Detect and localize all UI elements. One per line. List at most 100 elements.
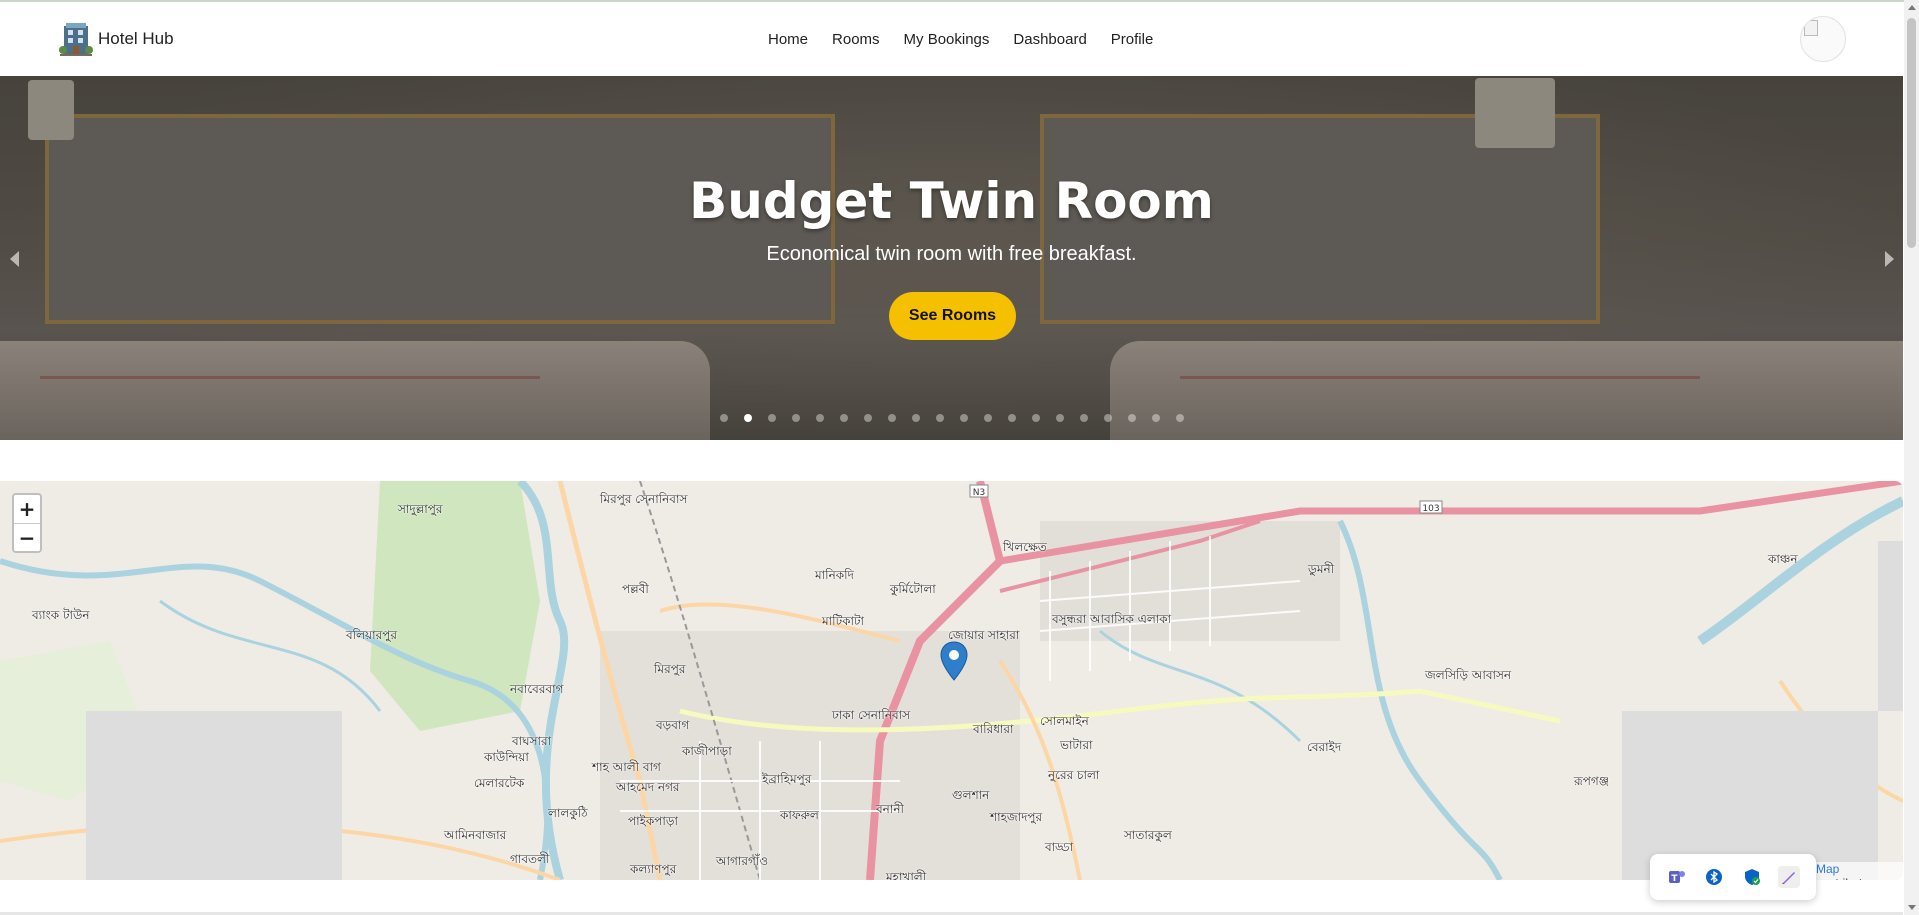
attribution-text: contributors bbox=[1816, 876, 1879, 880]
map-label: ইব্রাহিমপুর bbox=[762, 772, 812, 786]
map-label: কাফরুল bbox=[780, 808, 819, 822]
map-label: কাজীপাড়া bbox=[682, 744, 732, 758]
carousel-dot[interactable] bbox=[1032, 414, 1040, 422]
map-label: বড়বাগ bbox=[656, 718, 690, 732]
map-label: মেলারটেক bbox=[474, 776, 525, 790]
map-label: নুরের চালা bbox=[1048, 768, 1100, 782]
carousel-dot[interactable] bbox=[888, 414, 896, 422]
map-label: মিরপুর সেনানিবাস bbox=[600, 492, 688, 506]
zoom-in-button[interactable]: + bbox=[14, 495, 40, 523]
main-nav: Home Rooms My Bookings Dashboard Profile bbox=[768, 31, 1153, 48]
nav-rooms[interactable]: Rooms bbox=[832, 31, 880, 48]
map-label: আগারগাঁও bbox=[716, 854, 769, 868]
hero-carousel: Budget Twin Room Economical twin room wi… bbox=[0, 76, 1903, 440]
nav-home[interactable]: Home bbox=[768, 31, 808, 48]
map-label: শাহ আলী বাগ bbox=[592, 760, 661, 774]
map-label: কাঞ্চন bbox=[1768, 552, 1798, 566]
pen-icon[interactable] bbox=[1778, 866, 1801, 888]
map-label: পল্লবী bbox=[622, 582, 649, 596]
zoom-control: + − bbox=[12, 493, 42, 553]
map-label: বলিয়ারপুর bbox=[346, 628, 397, 642]
broken-image-icon bbox=[1804, 20, 1818, 36]
carousel-dot[interactable] bbox=[816, 414, 824, 422]
map-label: ঢাকা সেনানিবাস bbox=[832, 708, 911, 722]
carousel-dot[interactable] bbox=[1008, 414, 1016, 422]
carousel-dot[interactable] bbox=[1176, 414, 1184, 422]
hero-subtitle: Economical twin room with free breakfast… bbox=[766, 243, 1137, 265]
map-label: বসুন্ধরা আবাসিক এলাকা bbox=[1052, 612, 1172, 626]
map-label: মিরপুর bbox=[654, 662, 686, 676]
map-label: বেরাইদ bbox=[1307, 740, 1342, 754]
carousel-dot[interactable] bbox=[1128, 414, 1136, 422]
bluetooth-icon[interactable] bbox=[1703, 866, 1725, 888]
map-attribution: Map contributors bbox=[1812, 862, 1903, 880]
map-label: গাবতলী bbox=[510, 852, 550, 866]
carousel-dot[interactable] bbox=[936, 414, 944, 422]
hero-title: Budget Twin Room bbox=[689, 172, 1214, 230]
attribution-link[interactable]: Map bbox=[1816, 862, 1839, 876]
see-rooms-button[interactable]: See Rooms bbox=[889, 292, 1016, 340]
carousel-dot[interactable] bbox=[1152, 414, 1160, 422]
map-label: কুর্মিটোলা bbox=[890, 582, 936, 596]
carousel-dot[interactable] bbox=[720, 414, 728, 422]
zoom-out-button[interactable]: − bbox=[14, 523, 40, 551]
map-label: কল্যাণপুর bbox=[630, 862, 677, 876]
avatar[interactable] bbox=[1800, 16, 1846, 62]
road-shield-n3: N3 bbox=[973, 488, 985, 498]
map-label: আহমেদ নগর bbox=[616, 780, 680, 794]
map-label: ডুমনী bbox=[1308, 562, 1335, 576]
map-label: গুলশান bbox=[952, 788, 990, 802]
map-label: বনানী bbox=[876, 802, 904, 816]
map-label: ব্যাংক টাউন bbox=[32, 608, 90, 622]
scrollbar-thumb[interactable] bbox=[1907, 18, 1916, 248]
carousel-dot[interactable] bbox=[984, 414, 992, 422]
map-label: ভাটারা bbox=[1060, 738, 1093, 752]
nav-my-bookings[interactable]: My Bookings bbox=[904, 31, 990, 48]
page-scrollbar[interactable] bbox=[1904, 0, 1919, 915]
carousel-dot[interactable] bbox=[864, 414, 872, 422]
carousel-dot[interactable] bbox=[1080, 414, 1088, 422]
carousel-pagination bbox=[720, 414, 1184, 422]
svg-text:T: T bbox=[1671, 874, 1678, 884]
brand[interactable]: Hotel Hub bbox=[58, 20, 174, 58]
navbar: Hotel Hub Home Rooms My Bookings Dashboa… bbox=[0, 2, 1903, 76]
carousel-dot[interactable] bbox=[840, 414, 848, 422]
hotel-logo-icon bbox=[58, 20, 94, 58]
map-label: খিলক্ষেত bbox=[1003, 540, 1047, 554]
carousel-dot[interactable] bbox=[768, 414, 776, 422]
map-label: সোলমাইন bbox=[1040, 714, 1089, 728]
map-label: সাতারকুল bbox=[1124, 828, 1172, 842]
carousel-dot[interactable] bbox=[744, 414, 752, 422]
teams-icon[interactable]: T bbox=[1666, 866, 1688, 888]
carousel-dot[interactable] bbox=[960, 414, 968, 422]
brand-name: Hotel Hub bbox=[98, 29, 174, 48]
nav-profile[interactable]: Profile bbox=[1111, 31, 1154, 48]
map-label: মাটিকাটা bbox=[822, 614, 865, 628]
map-label: কাউন্দিয়া bbox=[484, 750, 529, 764]
system-tray-popup: T bbox=[1650, 854, 1816, 900]
carousel-dot[interactable] bbox=[912, 414, 920, 422]
map-label: মানিকদি bbox=[815, 568, 854, 582]
nav-dashboard[interactable]: Dashboard bbox=[1013, 31, 1086, 48]
carousel-prev-icon[interactable] bbox=[10, 251, 19, 267]
carousel-dot[interactable] bbox=[1104, 414, 1112, 422]
map-label: শাহজাদপুর bbox=[990, 810, 1043, 824]
defender-icon[interactable] bbox=[1741, 866, 1763, 888]
map-label: আমিনবাজার bbox=[444, 828, 507, 842]
road-shield-103: 103 bbox=[1422, 504, 1439, 514]
carousel-next-icon[interactable] bbox=[1885, 251, 1894, 267]
map-label: জলসিড়ি আবাসন bbox=[1425, 668, 1512, 682]
carousel-dot[interactable] bbox=[792, 414, 800, 422]
scroll-down-icon[interactable] bbox=[1908, 905, 1916, 910]
map-label: পাইকপাড়া bbox=[628, 814, 678, 828]
missing-map-tile bbox=[86, 711, 342, 880]
scroll-up-icon[interactable] bbox=[1908, 5, 1916, 10]
carousel-dot[interactable] bbox=[1056, 414, 1064, 422]
map[interactable]: N3 103 মিরপুর সেনানিবাস সাদুল্লাপুর খিলক… bbox=[0, 481, 1903, 880]
map-label: বারিধারা bbox=[973, 722, 1014, 736]
map-label: রূপগঞ্জ bbox=[1574, 774, 1610, 788]
map-label: নবাবেরবাগ bbox=[510, 682, 564, 696]
map-label: বাড্ডা bbox=[1045, 840, 1074, 854]
missing-map-tile bbox=[1878, 541, 1903, 711]
map-label: মহাখালী bbox=[886, 870, 927, 880]
